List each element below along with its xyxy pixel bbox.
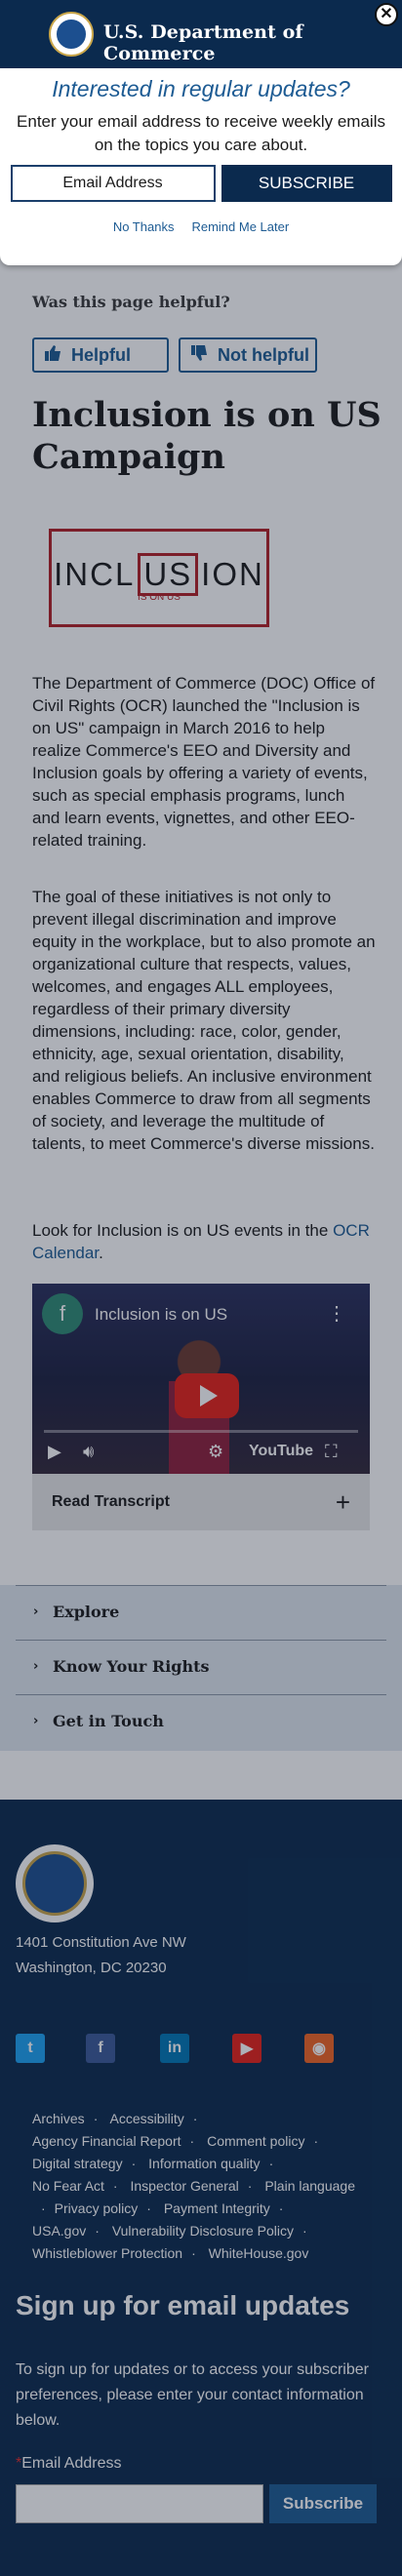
- site-header: U.S. Department of Commerce ✕: [0, 0, 402, 68]
- no-thanks-link[interactable]: No Thanks: [113, 219, 175, 234]
- close-modal-button[interactable]: ✕: [375, 3, 398, 26]
- modal-backdrop[interactable]: [0, 68, 402, 2576]
- site-title[interactable]: U.S. Department of Commerce: [103, 21, 402, 64]
- department-seal-icon[interactable]: [49, 12, 94, 57]
- signup-email-input[interactable]: [10, 165, 216, 202]
- signup-subscribe-button[interactable]: SUBSCRIBE: [221, 165, 392, 202]
- signup-heading: Interested in regular updates?: [52, 76, 350, 101]
- email-signup-modal: Interested in regular updates? Enter you…: [0, 68, 402, 265]
- signup-description: Enter your email address to receive week…: [17, 112, 385, 154]
- remind-later-link[interactable]: Remind Me Later: [191, 219, 289, 234]
